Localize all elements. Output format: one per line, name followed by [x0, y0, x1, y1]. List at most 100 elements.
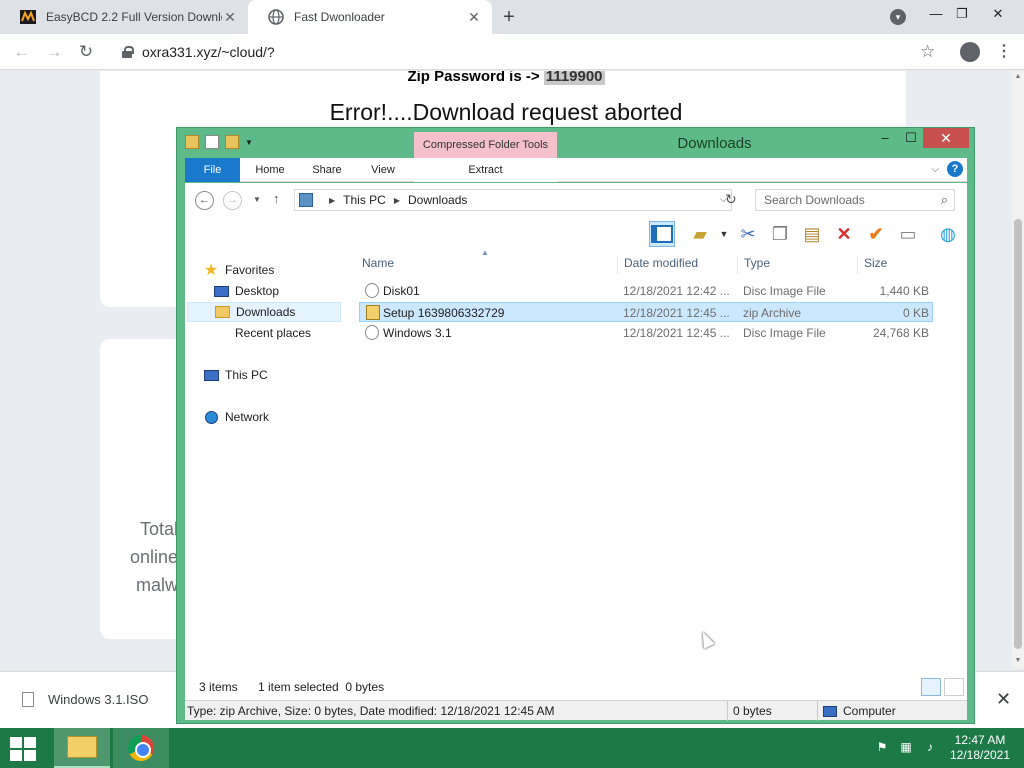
- nav-label: Downloads: [236, 305, 296, 319]
- cut-icon[interactable]: ✂: [735, 221, 761, 247]
- preview-pane-icon[interactable]: [649, 221, 675, 247]
- breadcrumb-separator-icon[interactable]: ▶: [329, 196, 335, 205]
- tab-close-icon[interactable]: ✕: [222, 9, 238, 25]
- tab-close-icon[interactable]: ✕: [466, 9, 482, 25]
- download-item[interactable]: Windows 3.1.ISO: [22, 692, 148, 707]
- nav-label: Recent places: [235, 326, 312, 340]
- navigation-pane: ★ Favorites Desktop Downloads Recent pla…: [185, 250, 355, 670]
- up-icon[interactable]: ↑: [273, 191, 280, 206]
- scrollbar-thumb[interactable]: [1014, 219, 1022, 649]
- maximize-icon[interactable]: ☐: [899, 128, 923, 148]
- minimize-icon[interactable]: —: [926, 4, 946, 24]
- rename-icon[interactable]: ▭: [895, 221, 921, 247]
- details-location: Computer: [823, 704, 896, 718]
- profile-avatar-icon[interactable]: [960, 42, 980, 62]
- action-center-flag-icon[interactable]: ⚑: [874, 740, 890, 756]
- this-pc-icon: [299, 193, 313, 207]
- file-size: 24,768 KB: [872, 326, 929, 340]
- properties-icon[interactable]: [205, 135, 219, 149]
- delete-icon[interactable]: ✕: [831, 221, 857, 247]
- file-type: zip Archive: [743, 306, 802, 320]
- breadcrumb-separator-icon[interactable]: ▶: [394, 196, 400, 205]
- nav-downloads[interactable]: Downloads: [187, 302, 341, 322]
- scroll-down-icon[interactable]: ▼: [1012, 657, 1024, 664]
- close-icon[interactable]: ✕: [988, 4, 1008, 24]
- system-clock[interactable]: 12:47 AM 12/18/2021: [944, 733, 1016, 763]
- windows-start-icon[interactable]: [10, 737, 38, 761]
- reload-icon[interactable]: ↻: [76, 42, 96, 62]
- recent-locations-icon[interactable]: ▼: [253, 195, 261, 204]
- file-date: 12/18/2021 12:42 ...: [623, 284, 730, 298]
- page-scrollbar[interactable]: ▲ ▼: [1012, 71, 1024, 669]
- nav-this-pc[interactable]: This PC: [203, 365, 268, 385]
- tab-search-icon[interactable]: ▾: [890, 9, 906, 25]
- globe-icon[interactable]: ◍: [935, 221, 961, 247]
- close-shelf-icon[interactable]: ✕: [996, 689, 1011, 710]
- paste-icon[interactable]: ▤: [799, 221, 825, 247]
- explorer-address-bar[interactable]: ▶ This PC ▶ Downloads ⌵: [294, 189, 732, 211]
- tab-extract[interactable]: Extract: [414, 158, 557, 182]
- error-message: Error!....Download request aborted: [329, 99, 683, 125]
- column-header-type[interactable]: Type: [737, 256, 770, 274]
- tab-title: Fast Dwonloader: [294, 10, 385, 24]
- search-input[interactable]: Search Downloads ⌕: [755, 189, 955, 211]
- back-icon[interactable]: ←: [12, 42, 32, 62]
- selection-info: 1 item selected 0 bytes: [258, 680, 385, 694]
- bookmark-star-icon[interactable]: ☆: [920, 42, 935, 62]
- forward-icon[interactable]: →: [223, 191, 242, 210]
- chevron-down-icon[interactable]: ▼: [711, 221, 737, 247]
- copy-icon[interactable]: ❐: [767, 221, 793, 247]
- new-tab-button[interactable]: +: [498, 7, 520, 29]
- breadcrumb-downloads[interactable]: Downloads: [408, 193, 467, 207]
- folder-icon[interactable]: [185, 135, 199, 149]
- ribbon-controls: ⌵ ?: [931, 161, 963, 177]
- tab-share[interactable]: Share: [303, 158, 351, 182]
- forward-icon[interactable]: →: [44, 42, 64, 62]
- tab-home[interactable]: Home: [247, 158, 293, 182]
- chevron-down-icon[interactable]: ▼: [245, 138, 253, 147]
- menu-dots-icon[interactable]: ⋮: [996, 41, 1012, 61]
- restore-icon[interactable]: ❐: [952, 4, 972, 24]
- column-header-size[interactable]: Size: [857, 256, 887, 274]
- file-row[interactable]: Setup 1639806332729 12/18/2021 12:45 ...…: [359, 302, 933, 322]
- volume-muted-icon[interactable]: ♪: [922, 740, 938, 756]
- tab-file[interactable]: File: [185, 158, 240, 182]
- back-icon[interactable]: ←: [195, 191, 214, 210]
- details-view-icon[interactable]: [921, 678, 941, 696]
- tab-view[interactable]: View: [361, 158, 405, 182]
- minimize-icon[interactable]: –: [873, 128, 897, 148]
- select-folder-icon[interactable]: ▰: [687, 221, 713, 247]
- large-icons-view-icon[interactable]: [944, 678, 964, 696]
- nav-recent-places[interactable]: Recent places: [213, 323, 311, 343]
- tab-fast-downloader[interactable]: Fast Dwonloader ✕: [248, 0, 492, 34]
- status-bar: 3 items 1 item selected 0 bytes: [185, 674, 967, 700]
- taskbar-chrome[interactable]: [113, 728, 169, 768]
- breadcrumb-this-pc[interactable]: This PC: [343, 193, 386, 207]
- nav-network[interactable]: Network: [203, 407, 269, 427]
- file-row[interactable]: Windows 3.1 12/18/2021 12:45 ... Disc Im…: [359, 323, 933, 343]
- zip-password-value[interactable]: 1119900: [543, 71, 605, 85]
- search-icon[interactable]: ⌕: [941, 190, 948, 210]
- column-header-date[interactable]: Date modified: [617, 256, 698, 274]
- help-icon[interactable]: ?: [947, 161, 963, 177]
- column-header-name[interactable]: Name: [362, 256, 394, 274]
- nav-favorites[interactable]: ★ Favorites: [203, 260, 275, 280]
- new-folder-icon[interactable]: [225, 135, 239, 149]
- refresh-icon[interactable]: ↻: [725, 191, 737, 208]
- scroll-up-icon[interactable]: ▲: [1012, 73, 1024, 80]
- taskbar-explorer[interactable]: [54, 728, 110, 768]
- explorer-content: ★ Favorites Desktop Downloads Recent pla…: [185, 248, 967, 700]
- network-status-icon[interactable]: ▦: [898, 740, 914, 756]
- lock-icon: [122, 46, 134, 58]
- expand-ribbon-icon[interactable]: ⌵: [931, 164, 939, 175]
- tab-easybcd[interactable]: EasyBCD 2.2 Full Version Downlo ✕: [0, 0, 248, 34]
- file-name: Disk01: [383, 284, 420, 298]
- file-row[interactable]: Disk01 12/18/2021 12:42 ... Disc Image F…: [359, 281, 933, 301]
- divider: [727, 701, 728, 721]
- address-bar[interactable]: oxra331.xyz/~cloud/?: [108, 38, 950, 66]
- explorer-titlebar[interactable]: ▼ Compressed Folder Tools Downloads – ☐ …: [177, 128, 974, 160]
- nav-desktop[interactable]: Desktop: [213, 281, 279, 301]
- clock-time: 12:47 AM: [954, 733, 1006, 747]
- close-icon[interactable]: ✕: [923, 128, 969, 148]
- checkmark-icon[interactable]: ✔: [863, 221, 889, 247]
